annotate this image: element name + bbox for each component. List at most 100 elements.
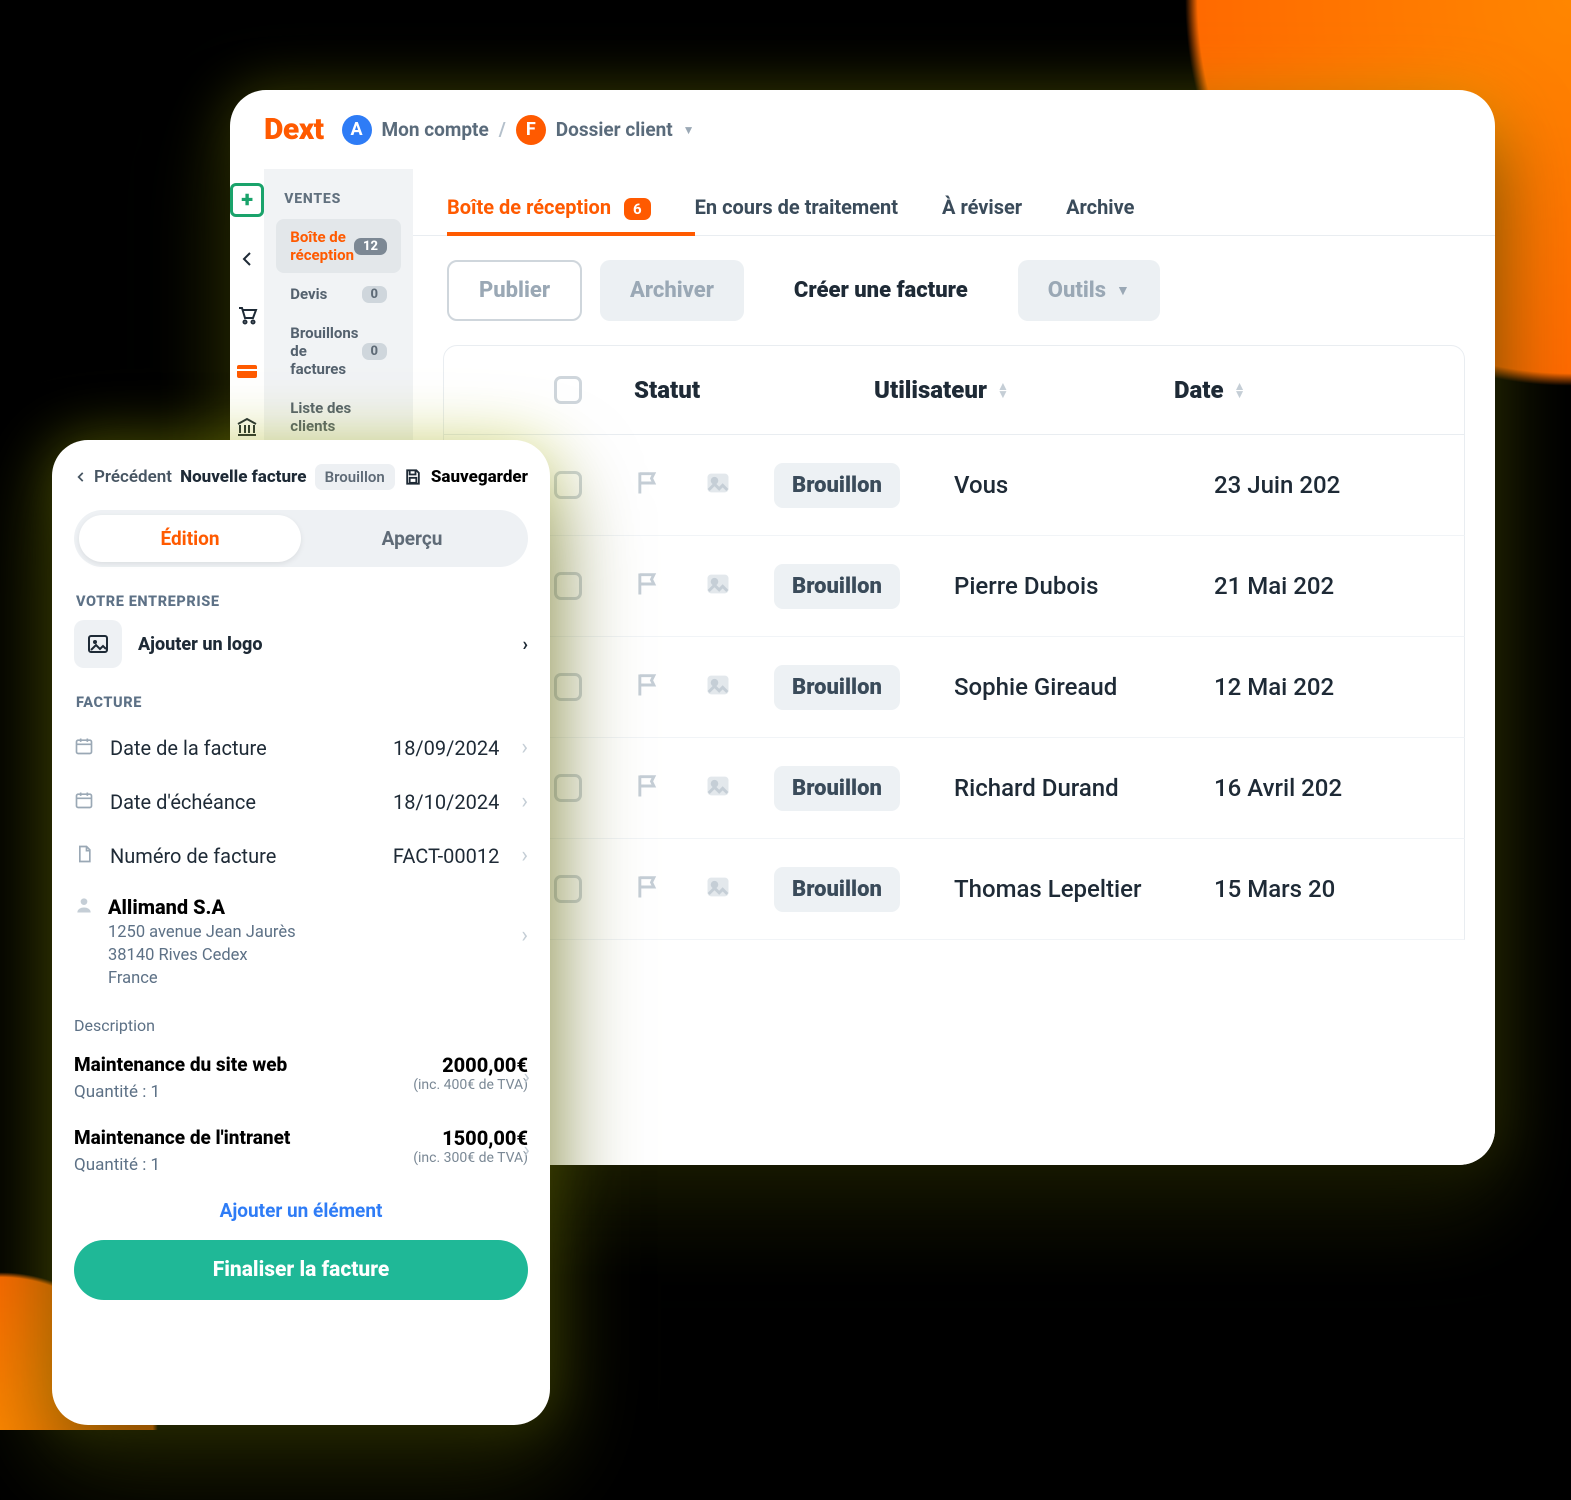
cell-user: Richard Durand	[954, 774, 1214, 802]
calendar-icon	[74, 790, 96, 814]
chevron-right-icon: ›	[523, 634, 528, 655]
add-logo-row[interactable]: Ajouter un logo ›	[74, 620, 528, 668]
status-chip: Brouillon	[774, 766, 900, 811]
count-badge: 0	[362, 286, 388, 303]
image-icon[interactable]	[704, 469, 774, 501]
sidebar-item-inbox[interactable]: Boîte de réception 12	[276, 219, 401, 273]
action-bar: Publier Archiver Créer une facture Outil…	[413, 236, 1495, 345]
create-invoice-button[interactable]: Créer une facture	[762, 260, 1000, 321]
save-button[interactable]: Sauvegarder	[403, 467, 528, 487]
chevron-right-icon: ›	[521, 843, 528, 868]
table-row[interactable]: Brouillon Sophie Gireaud 12 Mai 202	[443, 637, 1465, 738]
seg-preview[interactable]: Aperçu	[301, 515, 523, 562]
bank-icon[interactable]	[233, 413, 261, 441]
sidebar-item-quotes[interactable]: Devis 0	[276, 276, 401, 312]
image-icon[interactable]	[704, 570, 774, 602]
select-all-checkbox[interactable]	[554, 376, 582, 404]
sidebar-item-drafts[interactable]: Brouillons de factures 0	[276, 315, 401, 387]
sidebar-item-clients[interactable]: Liste des clients	[276, 390, 401, 444]
table-row[interactable]: Brouillon Pierre Dubois 21 Mai 202	[443, 536, 1465, 637]
person-icon	[74, 895, 94, 919]
avatar-account: A	[342, 115, 372, 145]
segmented-control: Édition Aperçu	[74, 510, 528, 567]
description-label: Description	[74, 1016, 528, 1035]
cell-date: 12 Mai 202	[1214, 673, 1434, 701]
finalize-button[interactable]: Finaliser la facture	[74, 1240, 528, 1300]
chevron-right-icon: ›	[521, 923, 528, 948]
image-icon[interactable]	[704, 873, 774, 905]
status-badge: Brouillon	[315, 464, 395, 490]
chevron-down-icon[interactable]: ▼	[683, 123, 695, 137]
image-icon[interactable]	[704, 671, 774, 703]
tab-processing[interactable]: En cours de traitement	[695, 181, 898, 235]
line-item[interactable]: Maintenance de l'intranet Quantité : 1 1…	[74, 1116, 528, 1189]
cell-date: 16 Avril 202	[1214, 774, 1434, 802]
add-button[interactable]: +	[230, 183, 264, 217]
field-client[interactable]: Allimand S.A 1250 avenue Jean Jaurès 381…	[74, 883, 528, 1002]
table-row[interactable]: Brouillon Vous 23 Juin 202	[443, 435, 1465, 536]
count-badge: 12	[354, 238, 387, 255]
chevron-right-icon: ›	[523, 1138, 530, 1163]
flag-icon[interactable]	[634, 873, 704, 905]
calendar-icon	[74, 736, 96, 760]
flag-icon[interactable]	[634, 772, 704, 804]
section-invoice: FACTURE	[76, 694, 526, 711]
add-item-link[interactable]: Ajouter un élément	[74, 1189, 528, 1240]
back-button[interactable]: Précédent	[74, 467, 172, 487]
field-invoice-date[interactable]: Date de la facture 18/09/2024 ›	[74, 721, 528, 775]
table-row[interactable]: Brouillon Thomas Lepeltier 15 Mars 20	[443, 839, 1465, 940]
cell-date: 23 Juin 202	[1214, 471, 1434, 499]
header: Dext A Mon compte / F Dossier client ▼	[230, 90, 1495, 169]
row-checkbox[interactable]	[554, 673, 582, 701]
mobile-panel: Précédent Nouvelle facture Brouillon Sau…	[52, 440, 550, 1425]
chevron-right-icon: ›	[523, 1065, 530, 1090]
line-item[interactable]: Maintenance du site web Quantité : 1 200…	[74, 1043, 528, 1116]
card-icon[interactable]	[233, 357, 261, 385]
page-title: Nouvelle facture	[180, 467, 306, 487]
cell-user: Vous	[954, 471, 1214, 499]
tabs: Boîte de réception 6 En cours de traitem…	[413, 169, 1495, 236]
back-icon[interactable]	[233, 245, 261, 273]
tools-button[interactable]: Outils ▼	[1018, 260, 1160, 321]
field-due-date[interactable]: Date d'échéance 18/10/2024 ›	[74, 775, 528, 829]
tab-inbox[interactable]: Boîte de réception 6	[447, 181, 651, 235]
sort-icon[interactable]: ▲▼	[997, 382, 1009, 398]
table-row[interactable]: Brouillon Richard Durand 16 Avril 202	[443, 738, 1465, 839]
flag-icon[interactable]	[634, 469, 704, 501]
crumb-client[interactable]: Dossier client	[556, 118, 673, 141]
col-date: Date▲▼	[1174, 376, 1414, 404]
crumb-account[interactable]: Mon compte	[382, 118, 489, 141]
image-icon[interactable]	[704, 772, 774, 804]
tab-review[interactable]: À réviser	[942, 181, 1022, 235]
chevron-right-icon: ›	[521, 735, 528, 760]
status-chip: Brouillon	[774, 463, 900, 508]
chevron-down-icon: ▼	[1116, 282, 1130, 299]
cell-date: 21 Mai 202	[1214, 572, 1434, 600]
sort-icon[interactable]: ▲▼	[1234, 382, 1246, 398]
row-checkbox[interactable]	[554, 774, 582, 802]
cell-date: 15 Mars 20	[1214, 875, 1434, 903]
seg-edit[interactable]: Édition	[79, 515, 301, 562]
col-user: Utilisateur▲▼	[874, 376, 1174, 404]
avatar-client: F	[516, 115, 546, 145]
row-checkbox[interactable]	[554, 471, 582, 499]
archive-button[interactable]: Archiver	[600, 260, 744, 321]
cell-user: Sophie Gireaud	[954, 673, 1214, 701]
tab-archive[interactable]: Archive	[1066, 181, 1134, 235]
main-pane: Boîte de réception 6 En cours de traitem…	[413, 169, 1495, 1165]
app-logo: Dext	[264, 112, 324, 147]
flag-icon[interactable]	[634, 671, 704, 703]
row-checkbox[interactable]	[554, 572, 582, 600]
image-icon	[74, 620, 122, 668]
save-icon	[403, 467, 423, 487]
cell-user: Pierre Dubois	[954, 572, 1214, 600]
table-header: Statut Utilisateur▲▼ Date▲▼	[443, 345, 1465, 435]
table: Statut Utilisateur▲▼ Date▲▼ Brouillon Vo…	[413, 345, 1495, 940]
count-badge: 0	[362, 343, 388, 360]
cart-icon[interactable]	[233, 301, 261, 329]
row-checkbox[interactable]	[554, 875, 582, 903]
col-status: Statut	[634, 376, 874, 404]
flag-icon[interactable]	[634, 570, 704, 602]
field-invoice-number[interactable]: Numéro de facture FACT-00012 ›	[74, 829, 528, 883]
publish-button[interactable]: Publier	[447, 260, 582, 321]
